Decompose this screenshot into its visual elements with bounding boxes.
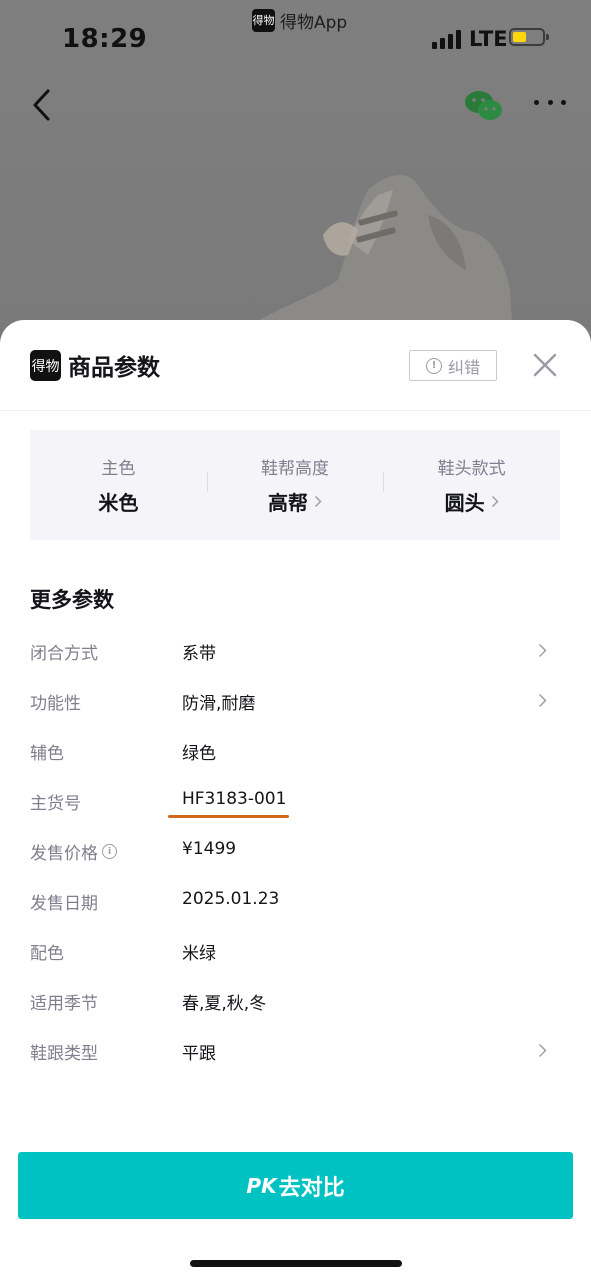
chevron-right-icon <box>491 495 499 508</box>
wechat-icon[interactable] <box>463 89 503 123</box>
pk-compare-label: 去对比 <box>278 1175 345 1201</box>
key-attribute-toe-style[interactable]: 鞋头款式 圆头 <box>383 454 560 516</box>
param-value: 春,夏,秋,冬 <box>182 994 267 1014</box>
battery-level <box>513 32 526 42</box>
param-label: 配色 <box>30 944 64 964</box>
product-parameters-sheet: 得物 商品参数 ! 纠错 主色 米色 鞋帮高度 高帮 鞋头款式 圆头 更多参数 … <box>0 320 591 1280</box>
param-value: 防滑,耐磨 <box>182 694 256 714</box>
chevron-right-icon <box>314 495 322 508</box>
param-value: 平跟 <box>182 1044 216 1064</box>
param-label: 鞋跟类型 <box>30 1044 98 1064</box>
source-app-indicator[interactable]: 得物 得物App <box>252 8 347 33</box>
param-row-function[interactable]: 功能性 防滑,耐磨 <box>0 676 591 726</box>
sheet-header: 得物 商品参数 ! 纠错 <box>0 320 591 411</box>
more-dots-icon[interactable] <box>534 100 566 108</box>
status-bar: 18:29 得物 得物App LTE <box>0 0 591 80</box>
param-value: HF3183-001 <box>182 789 287 809</box>
close-icon[interactable] <box>532 352 558 378</box>
key-attribute-value: 米色 <box>98 491 139 515</box>
key-attribute-upper-height[interactable]: 鞋帮高度 高帮 <box>206 454 384 516</box>
app-logo-icon: 得物 <box>252 9 275 32</box>
param-row-season: 适用季节 春,夏,秋,冬 <box>0 976 591 1026</box>
home-indicator[interactable] <box>190 1260 402 1267</box>
param-label: 发售价格 i <box>30 839 117 864</box>
chevron-right-icon <box>538 643 547 658</box>
param-value: 系带 <box>182 644 216 664</box>
source-app-label: 得物App <box>280 13 348 33</box>
key-attributes-panel: 主色 米色 鞋帮高度 高帮 鞋头款式 圆头 <box>30 430 560 540</box>
param-label: 闭合方式 <box>30 644 98 664</box>
param-row-closure[interactable]: 闭合方式 系带 <box>0 626 591 676</box>
background-product-page: 18:29 得物 得物App LTE <box>0 0 591 340</box>
key-attribute-main-color: 主色 米色 <box>30 454 207 516</box>
key-attribute-value: 高帮 <box>268 487 322 516</box>
report-error-label: 纠错 <box>447 357 480 377</box>
network-type: LTE <box>469 27 508 51</box>
param-label: 辅色 <box>30 744 64 764</box>
param-label: 适用季节 <box>30 994 98 1014</box>
sheet-title: 商品参数 <box>68 355 160 381</box>
param-value: ¥1499 <box>182 839 237 859</box>
param-row-secondary-color: 辅色 绿色 <box>0 726 591 776</box>
param-row-heel-type[interactable]: 鞋跟类型 平跟 <box>0 1026 591 1076</box>
param-list: 闭合方式 系带 功能性 防滑,耐磨 辅色 绿色 主货号 HF3183-001 发… <box>0 626 591 1076</box>
highlight-underline <box>168 815 289 818</box>
chevron-right-icon <box>538 693 547 708</box>
more-params-title: 更多参数 <box>30 588 114 612</box>
param-row-colorway: 配色 米绿 <box>0 926 591 976</box>
key-attribute-label: 主色 <box>101 459 136 479</box>
param-label: 发售日期 <box>30 894 98 914</box>
back-icon[interactable] <box>28 86 58 124</box>
key-attribute-label: 鞋头款式 <box>437 459 506 479</box>
param-label: 主货号 <box>30 794 81 814</box>
product-sneaker-image <box>238 174 513 340</box>
key-attribute-label: 鞋帮高度 <box>261 459 329 479</box>
signal-icon <box>432 30 461 49</box>
brand-logo-icon: 得物 <box>30 350 61 381</box>
exclamation-icon: ! <box>425 357 442 374</box>
key-attribute-value: 圆头 <box>445 487 499 516</box>
pk-prefix: PK <box>246 1173 277 1198</box>
chevron-right-icon <box>538 1043 547 1058</box>
pk-compare-button[interactable]: PK 去对比 <box>18 1152 573 1219</box>
param-row-release-price: 发售价格 i ¥1499 <box>0 826 591 876</box>
report-error-button[interactable]: ! 纠错 <box>409 350 497 381</box>
param-value: 米绿 <box>182 944 216 964</box>
param-row-style-code: 主货号 HF3183-001 <box>0 776 591 826</box>
param-value: 绿色 <box>182 744 216 764</box>
param-label: 功能性 <box>30 694 81 714</box>
param-row-release-date: 发售日期 2025.01.23 <box>0 876 591 926</box>
param-value: 2025.01.23 <box>182 889 280 909</box>
info-icon[interactable]: i <box>102 844 117 859</box>
battery-icon <box>509 28 549 46</box>
status-time: 18:29 <box>62 24 148 54</box>
